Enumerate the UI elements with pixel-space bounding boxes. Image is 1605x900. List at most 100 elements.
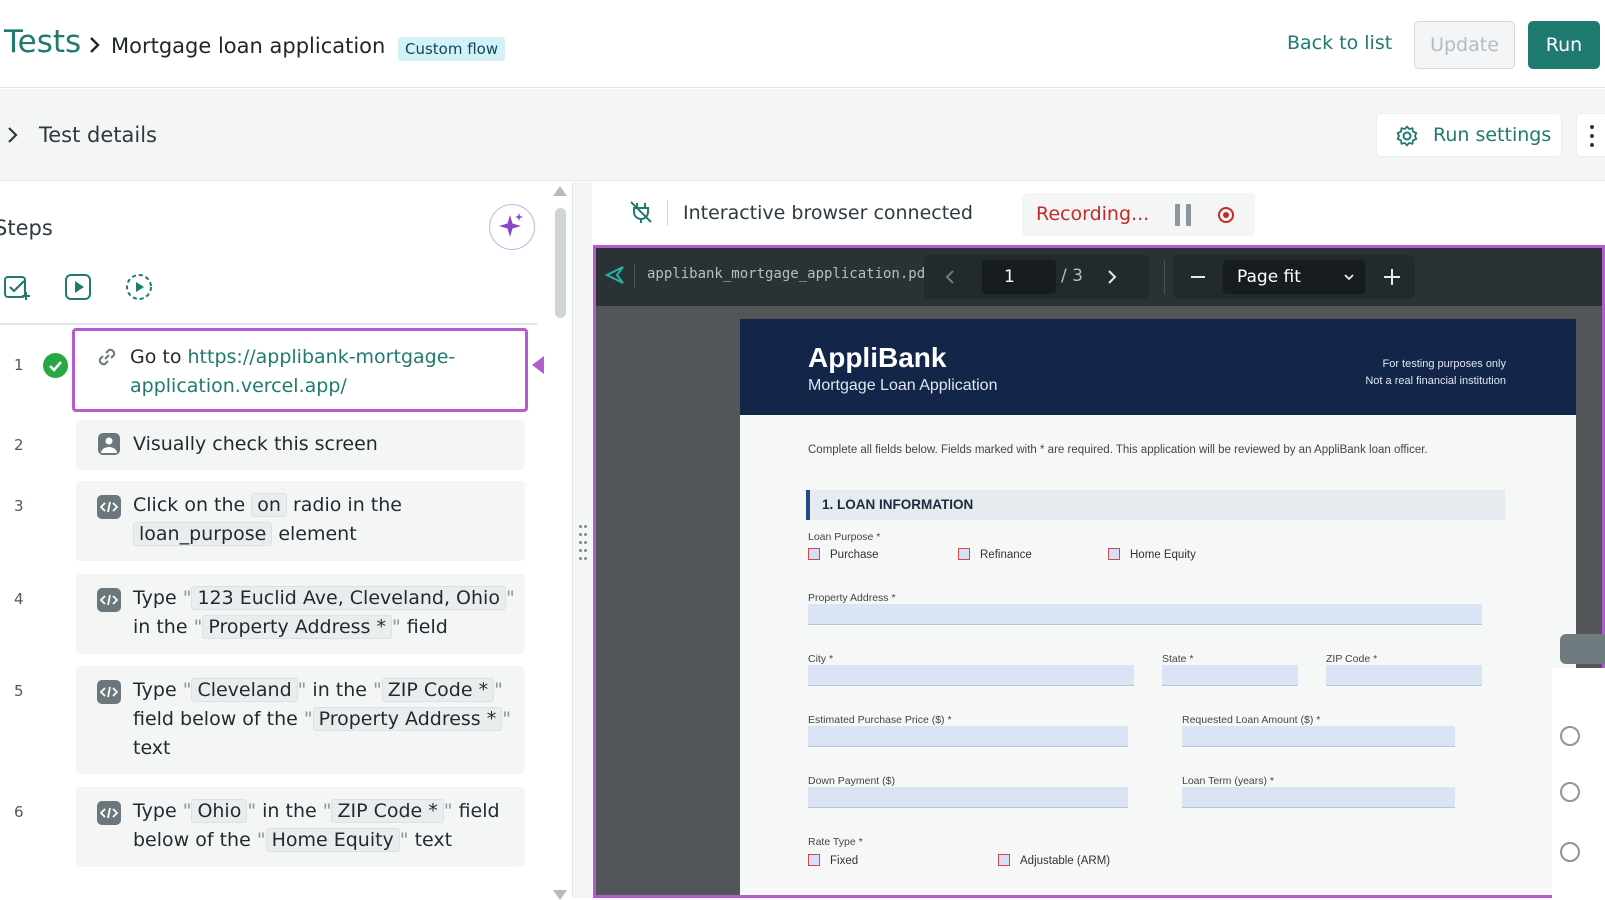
more-options-button[interactable] bbox=[1576, 113, 1605, 157]
step-url-link[interactable]: https://applibank-mortgage- bbox=[188, 346, 456, 368]
field-label: ZIP Code * bbox=[1326, 653, 1378, 665]
step-card-type[interactable]: Type " 123 Euclid Ave, Cleveland, Ohio " in… bbox=[76, 574, 525, 654]
step-row: 2 Visually check this screen bbox=[0, 420, 540, 470]
test-details-toggle[interactable]: Test details bbox=[39, 123, 157, 147]
add-step-icon[interactable] bbox=[2, 272, 32, 302]
option-label: Adjustable (ARM) bbox=[1020, 855, 1111, 867]
zoom-in-icon[interactable] bbox=[1384, 269, 1400, 285]
reset-icon[interactable] bbox=[1560, 842, 1580, 862]
step-card-click[interactable]: Click on the on radio in the loan_purpose… bbox=[76, 481, 525, 561]
field-label: Loan Purpose * bbox=[808, 531, 881, 543]
side-toolbar-toggle[interactable] bbox=[1560, 634, 1605, 664]
play-from-here-icon[interactable] bbox=[124, 272, 154, 302]
back-to-list-link[interactable]: Back to list bbox=[1287, 32, 1392, 54]
step-card-type[interactable]: Type " Ohio " in the " ZIP Code * " field bel… bbox=[76, 787, 525, 867]
zoom-value: Page fit bbox=[1237, 267, 1301, 287]
embedded-browser-viewport[interactable]: applibank_mortgage_application.pdf 1 / 3… bbox=[593, 245, 1605, 898]
sparkle-icon bbox=[499, 213, 523, 237]
step-card-type[interactable]: Type " Cleveland " in the " ZIP Code * " fiel… bbox=[76, 666, 525, 774]
anchor-chip: Home Equity bbox=[265, 828, 400, 852]
steps-heading: Steps bbox=[0, 216, 53, 240]
field-label: State * bbox=[1162, 653, 1194, 665]
divider bbox=[0, 323, 537, 325]
chevron-right-icon bbox=[90, 37, 100, 53]
field-label: Estimated Purchase Price ($) * bbox=[808, 714, 952, 726]
page-title: Mortgage loan application bbox=[111, 34, 386, 58]
step-text: text bbox=[133, 737, 171, 759]
step-text: Type bbox=[133, 800, 183, 822]
scroll-up-arrow[interactable] bbox=[553, 186, 567, 196]
disclaimer: For testing purposes only Not a real fin… bbox=[1365, 356, 1506, 390]
option-label: Purchase bbox=[830, 549, 879, 561]
browser-status-text: Interactive browser connected bbox=[683, 202, 973, 224]
pause-icon[interactable] bbox=[1175, 204, 1195, 226]
scroll-down-arrow[interactable] bbox=[553, 890, 567, 900]
purchase-price-field[interactable] bbox=[808, 726, 1128, 747]
chevron-right-icon[interactable] bbox=[1106, 269, 1118, 285]
test-details-bar: Test details Run settings bbox=[0, 89, 1605, 181]
play-icon[interactable] bbox=[63, 272, 93, 302]
breadcrumb-tests-link[interactable]: Tests bbox=[4, 24, 81, 60]
section-header: 1. LOAN INFORMATION bbox=[806, 490, 1505, 520]
form-subtitle: Mortgage Loan Application bbox=[808, 377, 998, 394]
step-number: 2 bbox=[14, 436, 24, 454]
field-label: Down Payment ($) bbox=[808, 775, 895, 787]
scrollbar-thumb[interactable] bbox=[555, 208, 566, 318]
step-text: Visually check this screen bbox=[133, 433, 378, 455]
step-row: 1 Go to https://applibank-mortgage-appli… bbox=[0, 328, 540, 412]
zoom-out-icon[interactable] bbox=[1560, 782, 1580, 802]
loan-term-field[interactable] bbox=[1182, 787, 1455, 808]
page-number-input[interactable]: 1 bbox=[982, 260, 1056, 294]
code-icon bbox=[97, 495, 121, 519]
chevron-right-icon[interactable] bbox=[6, 126, 20, 144]
field-label: Property Address * bbox=[808, 592, 896, 604]
update-button[interactable]: Update bbox=[1414, 21, 1515, 69]
arm-checkbox[interactable] bbox=[998, 854, 1010, 866]
run-settings-button[interactable]: Run settings bbox=[1376, 113, 1562, 157]
code-icon bbox=[97, 680, 121, 704]
step-number: 3 bbox=[14, 497, 24, 515]
form-instructions: Complete all fields below. Fields marked… bbox=[808, 444, 1428, 456]
page-navigator: 1 / 3 bbox=[924, 255, 1150, 299]
zoom-in-icon[interactable] bbox=[1560, 726, 1580, 746]
step-card-go-to[interactable]: Go to https://applibank-mortgage-applica… bbox=[72, 328, 528, 412]
zoom-out-icon[interactable] bbox=[1191, 276, 1205, 278]
down-payment-field[interactable] bbox=[808, 787, 1128, 808]
stop-recording-icon[interactable] bbox=[1218, 207, 1234, 223]
state-field[interactable] bbox=[1162, 665, 1298, 686]
home-equity-checkbox[interactable] bbox=[1108, 548, 1120, 560]
step-number: 1 bbox=[14, 356, 24, 374]
divider bbox=[634, 264, 635, 288]
field-label: City * bbox=[808, 653, 834, 665]
disconnect-plug-icon[interactable] bbox=[628, 199, 654, 225]
city-field[interactable] bbox=[808, 665, 1134, 686]
chevron-left-icon[interactable] bbox=[944, 269, 956, 285]
option-label: Fixed bbox=[830, 855, 859, 867]
step-card-visual-check[interactable]: Visually check this screen bbox=[76, 420, 525, 470]
value-chip: 123 Euclid Ave, Cleveland, Ohio bbox=[191, 586, 506, 610]
app-logo-icon bbox=[604, 266, 624, 284]
step-text: field bbox=[452, 800, 500, 822]
code-icon bbox=[97, 801, 121, 825]
ai-assistant-button[interactable] bbox=[489, 204, 535, 250]
run-button[interactable]: Run bbox=[1528, 21, 1600, 69]
loan-amount-field[interactable] bbox=[1182, 726, 1455, 747]
value-chip: on bbox=[251, 493, 287, 517]
step-text: Type bbox=[133, 679, 183, 701]
panel-resize-handle[interactable] bbox=[572, 182, 592, 898]
passed-check-icon bbox=[43, 353, 68, 378]
page-total: / 3 bbox=[1061, 266, 1083, 286]
field-label: Rate Type * bbox=[808, 836, 863, 848]
refinance-checkbox[interactable] bbox=[958, 548, 970, 560]
disclaimer-line: For testing purposes only bbox=[1382, 358, 1506, 370]
zoom-select[interactable]: Page fit bbox=[1223, 260, 1365, 294]
step-text: radio in the bbox=[286, 494, 402, 516]
step-url-link-cont[interactable]: application.vercel.app/ bbox=[130, 375, 347, 397]
step-text: text bbox=[408, 829, 453, 851]
zip-code-field[interactable] bbox=[1326, 665, 1482, 686]
purchase-checkbox[interactable] bbox=[808, 548, 820, 560]
pdf-banner: AppliBank Mortgage Loan Application For … bbox=[740, 319, 1576, 415]
anchor-chip: Property Address * bbox=[312, 707, 503, 731]
property-address-field[interactable] bbox=[808, 604, 1482, 625]
fixed-checkbox[interactable] bbox=[808, 854, 820, 866]
